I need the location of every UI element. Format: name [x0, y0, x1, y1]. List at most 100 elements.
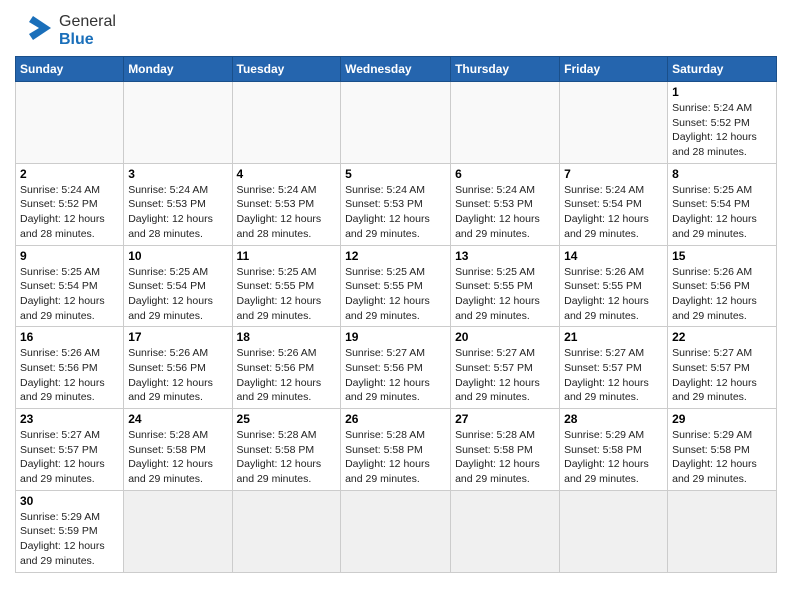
day-number: 15: [672, 249, 772, 263]
day-info: Sunrise: 5:24 AMSunset: 5:52 PMDaylight:…: [672, 101, 772, 160]
day-info: Sunrise: 5:24 AMSunset: 5:53 PMDaylight:…: [455, 183, 555, 242]
day-number: 14: [564, 249, 663, 263]
day-number: 11: [237, 249, 337, 263]
calendar-day-cell: [16, 82, 124, 164]
weekday-header: Wednesday: [341, 57, 451, 82]
day-info: Sunrise: 5:27 AMSunset: 5:56 PMDaylight:…: [345, 346, 446, 405]
logo-svg-icon: [15, 10, 57, 52]
day-info: Sunrise: 5:27 AMSunset: 5:57 PMDaylight:…: [455, 346, 555, 405]
calendar-day-cell: [232, 82, 341, 164]
calendar-week-row: 16 Sunrise: 5:26 AMSunset: 5:56 PMDayligh…: [16, 327, 777, 409]
day-info: Sunrise: 5:26 AMSunset: 5:56 PMDaylight:…: [128, 346, 227, 405]
day-number: 27: [455, 412, 555, 426]
calendar-day-cell: 4Sunrise: 5:24 AMSunset: 5:53 PMDaylight…: [232, 163, 341, 245]
day-number: 30: [20, 494, 119, 508]
weekday-header: Saturday: [668, 57, 777, 82]
calendar-week-row: 2 Sunrise: 5:24 AMSunset: 5:52 PMDaylight…: [16, 163, 777, 245]
calendar-day-cell: 8 Sunrise: 5:25 AMSunset: 5:54 PMDaylight…: [668, 163, 777, 245]
calendar-day-cell: 12 Sunrise: 5:25 AMSunset: 5:55 PMDayligh…: [341, 245, 451, 327]
day-info: Sunrise: 5:28 AMSunset: 5:58 PMDaylight:…: [345, 428, 446, 487]
calendar-day-cell: 27Sunrise: 5:28 AMSunset: 5:58 PMDayligh…: [451, 409, 560, 491]
day-number: 21: [564, 330, 663, 344]
day-info: Sunrise: 5:29 AMSunset: 5:58 PMDaylight:…: [672, 428, 772, 487]
day-number: 8: [672, 167, 772, 181]
day-number: 29: [672, 412, 772, 426]
calendar-day-cell: 17 Sunrise: 5:26 AMSunset: 5:56 PMDayligh…: [124, 327, 232, 409]
day-info: Sunrise: 5:29 AMSunset: 5:59 PMDaylight:…: [20, 510, 119, 569]
calendar-day-cell: 14 Sunrise: 5:26 AMSunset: 5:55 PMDayligh…: [560, 245, 668, 327]
calendar-day-cell: 15 Sunrise: 5:26 AMSunset: 5:56 PMDayligh…: [668, 245, 777, 327]
day-number: 23: [20, 412, 119, 426]
day-number: 17: [128, 330, 227, 344]
day-info: Sunrise: 5:25 AMSunset: 5:55 PMDaylight:…: [455, 265, 555, 324]
calendar-day-cell: [451, 490, 560, 572]
day-info: Sunrise: 5:25 AMSunset: 5:55 PMDaylight:…: [345, 265, 446, 324]
calendar-day-cell: 28 Sunrise: 5:29 AMSunset: 5:58 PMDayligh…: [560, 409, 668, 491]
day-number: 25: [237, 412, 337, 426]
calendar-day-cell: 13Sunrise: 5:25 AMSunset: 5:55 PMDayligh…: [451, 245, 560, 327]
day-number: 22: [672, 330, 772, 344]
day-info: Sunrise: 5:26 AMSunset: 5:56 PMDaylight:…: [237, 346, 337, 405]
day-info: Sunrise: 5:26 AMSunset: 5:56 PMDaylight:…: [672, 265, 772, 324]
calendar-table: SundayMondayTuesdayWednesdayThursdayFrid…: [15, 56, 777, 573]
calendar-day-cell: 3 Sunrise: 5:24 AMSunset: 5:53 PMDaylight…: [124, 163, 232, 245]
day-number: 2: [20, 167, 119, 181]
calendar-day-cell: 24Sunrise: 5:28 AMSunset: 5:58 PMDayligh…: [124, 409, 232, 491]
calendar-day-cell: 6 Sunrise: 5:24 AMSunset: 5:53 PMDaylight…: [451, 163, 560, 245]
logo: GeneralBlue: [15, 10, 116, 52]
day-number: 4: [237, 167, 337, 181]
day-info: Sunrise: 5:26 AMSunset: 5:55 PMDaylight:…: [564, 265, 663, 324]
calendar-day-cell: 29 Sunrise: 5:29 AMSunset: 5:58 PMDayligh…: [668, 409, 777, 491]
day-number: 20: [455, 330, 555, 344]
calendar-day-cell: 10Sunrise: 5:25 AMSunset: 5:54 PMDayligh…: [124, 245, 232, 327]
calendar-day-cell: 22 Sunrise: 5:27 AMSunset: 5:57 PMDayligh…: [668, 327, 777, 409]
day-number: 28: [564, 412, 663, 426]
calendar-day-cell: 11 Sunrise: 5:25 AMSunset: 5:55 PMDayligh…: [232, 245, 341, 327]
calendar-day-cell: [341, 82, 451, 164]
weekday-header: Thursday: [451, 57, 560, 82]
day-number: 16: [20, 330, 119, 344]
day-info: Sunrise: 5:24 AMSunset: 5:53 PMDaylight:…: [128, 183, 227, 242]
day-info: Sunrise: 5:29 AMSunset: 5:58 PMDaylight:…: [564, 428, 663, 487]
calendar-day-cell: 7Sunrise: 5:24 AMSunset: 5:54 PMDaylight…: [560, 163, 668, 245]
calendar-day-cell: 23Sunrise: 5:27 AMSunset: 5:57 PMDayligh…: [16, 409, 124, 491]
day-info: Sunrise: 5:24 AMSunset: 5:52 PMDaylight:…: [20, 183, 119, 242]
day-info: Sunrise: 5:27 AMSunset: 5:57 PMDaylight:…: [564, 346, 663, 405]
calendar-day-cell: [560, 82, 668, 164]
weekday-header: Sunday: [16, 57, 124, 82]
weekday-header: Friday: [560, 57, 668, 82]
calendar-day-cell: 2 Sunrise: 5:24 AMSunset: 5:52 PMDaylight…: [16, 163, 124, 245]
weekday-header: Monday: [124, 57, 232, 82]
weekday-header: Tuesday: [232, 57, 341, 82]
day-info: Sunrise: 5:25 AMSunset: 5:54 PMDaylight:…: [128, 265, 227, 324]
calendar-day-cell: 25Sunrise: 5:28 AMSunset: 5:58 PMDayligh…: [232, 409, 341, 491]
day-number: 7: [564, 167, 663, 181]
day-info: Sunrise: 5:26 AMSunset: 5:56 PMDaylight:…: [20, 346, 119, 405]
day-info: Sunrise: 5:24 AMSunset: 5:53 PMDaylight:…: [345, 183, 446, 242]
calendar-day-cell: 19 Sunrise: 5:27 AMSunset: 5:56 PMDayligh…: [341, 327, 451, 409]
day-number: 19: [345, 330, 446, 344]
calendar-week-row: 1Sunrise: 5:24 AMSunset: 5:52 PMDaylight…: [16, 82, 777, 164]
day-info: Sunrise: 5:25 AMSunset: 5:54 PMDaylight:…: [672, 183, 772, 242]
calendar-day-cell: 5 Sunrise: 5:24 AMSunset: 5:53 PMDaylight…: [341, 163, 451, 245]
calendar-day-cell: [451, 82, 560, 164]
calendar-day-cell: [668, 490, 777, 572]
calendar-day-cell: [232, 490, 341, 572]
calendar-day-cell: 18 Sunrise: 5:26 AMSunset: 5:56 PMDayligh…: [232, 327, 341, 409]
logo-blue-text: Blue: [59, 31, 116, 49]
calendar-day-cell: 1Sunrise: 5:24 AMSunset: 5:52 PMDaylight…: [668, 82, 777, 164]
day-info: Sunrise: 5:28 AMSunset: 5:58 PMDaylight:…: [128, 428, 227, 487]
calendar-week-row: 9 Sunrise: 5:25 AMSunset: 5:54 PMDaylight…: [16, 245, 777, 327]
calendar-day-cell: 20 Sunrise: 5:27 AMSunset: 5:57 PMDayligh…: [451, 327, 560, 409]
calendar-day-cell: [341, 490, 451, 572]
day-number: 5: [345, 167, 446, 181]
day-info: Sunrise: 5:27 AMSunset: 5:57 PMDaylight:…: [672, 346, 772, 405]
day-number: 6: [455, 167, 555, 181]
day-info: Sunrise: 5:25 AMSunset: 5:54 PMDaylight:…: [20, 265, 119, 324]
day-info: Sunrise: 5:25 AMSunset: 5:55 PMDaylight:…: [237, 265, 337, 324]
day-number: 3: [128, 167, 227, 181]
day-number: 9: [20, 249, 119, 263]
day-number: 12: [345, 249, 446, 263]
day-number: 18: [237, 330, 337, 344]
calendar-week-row: 30 Sunrise: 5:29 AMSunset: 5:59 PMDayligh…: [16, 490, 777, 572]
